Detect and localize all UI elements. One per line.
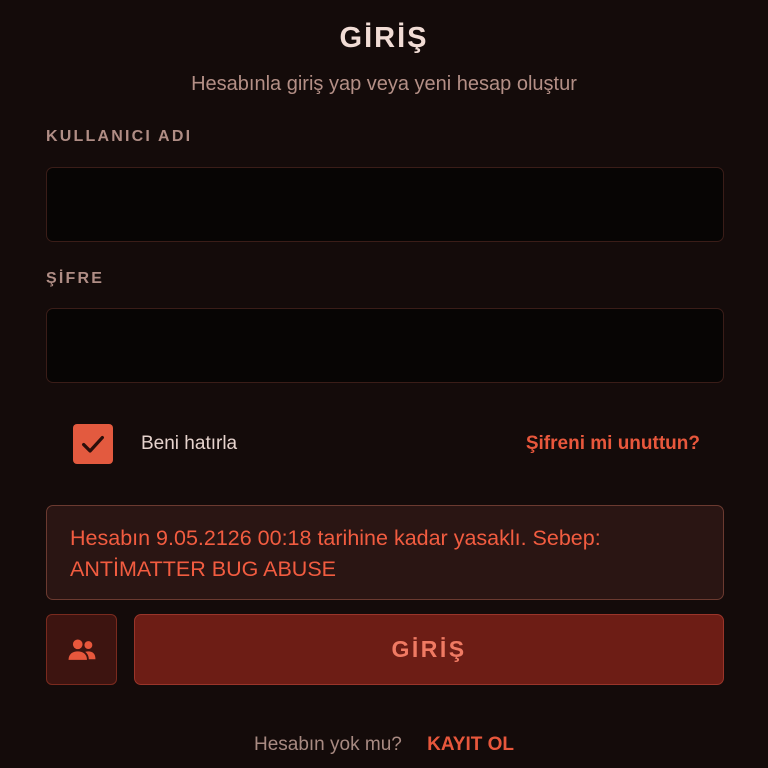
accounts-button[interactable] bbox=[46, 614, 117, 685]
people-icon bbox=[68, 639, 95, 660]
password-label: ŞİFRE bbox=[46, 270, 105, 287]
password-input[interactable] bbox=[46, 308, 724, 383]
page-title: GİRİŞ bbox=[339, 22, 429, 54]
page-subtitle: Hesabınla giriş yap veya yeni hesap oluş… bbox=[191, 73, 577, 95]
register-prompt: Hesabın yok mu? KAYIT OL bbox=[0, 734, 768, 756]
login-screen: GİRİŞ Hesabınla giriş yap veya yeni hesa… bbox=[0, 0, 768, 768]
checkmark-icon bbox=[82, 435, 104, 453]
ban-error-message: Hesabın 9.05.2126 00:18 tarihine kadar y… bbox=[46, 505, 724, 600]
no-account-text: Hesabın yok mu? bbox=[253, 734, 402, 755]
username-input[interactable] bbox=[46, 167, 724, 242]
remember-label[interactable]: Beni hatırla bbox=[141, 433, 237, 455]
forgot-password-link[interactable]: Şifreni mi unuttun? bbox=[526, 433, 700, 455]
username-label: KULLANICI ADI bbox=[46, 128, 193, 145]
remember-checkbox[interactable] bbox=[73, 424, 113, 464]
login-button[interactable]: GİRİŞ bbox=[134, 614, 724, 685]
register-link[interactable]: KAYIT OL bbox=[427, 734, 514, 755]
